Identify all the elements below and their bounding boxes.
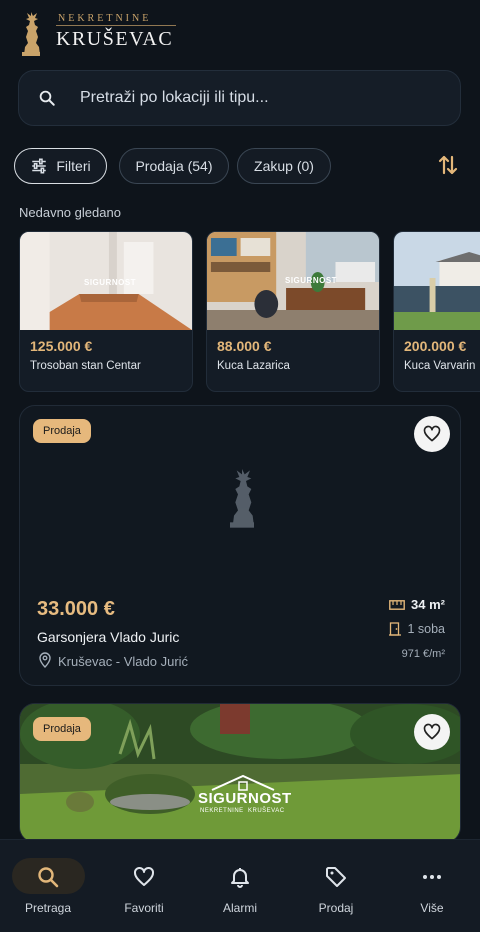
recent-card[interactable]: SIGURNOST 125.000 € Trosoban stan Centar bbox=[19, 231, 193, 392]
photo-watermark-small-right: KRUŠEVAC bbox=[248, 808, 285, 814]
listing-rooms: 1 soba bbox=[389, 622, 445, 636]
rent-filter-label: Zakup (0) bbox=[254, 158, 314, 174]
sort-icon[interactable] bbox=[436, 153, 460, 177]
listing-badge: Prodaja bbox=[33, 717, 91, 741]
nav-item-more[interactable]: Više bbox=[384, 840, 480, 932]
recent-card[interactable]: SIGURNOST 88.000 € Kuca Lazarica bbox=[206, 231, 380, 392]
location-pin-icon bbox=[39, 652, 51, 668]
logo-title: KRUŠEVAC bbox=[56, 28, 174, 50]
placeholder-statue-icon bbox=[230, 469, 254, 528]
sale-filter-chip[interactable]: Prodaja (54) bbox=[119, 148, 229, 184]
nav-item-search[interactable]: Pretraga bbox=[0, 840, 96, 932]
photo-watermark-small-left: NEKRETNINE bbox=[200, 808, 244, 814]
nav-item-sell[interactable]: Prodaj bbox=[288, 840, 384, 932]
heart-icon bbox=[423, 425, 441, 442]
nav-label: Pretraga bbox=[24, 901, 72, 915]
recent-section-title: Nedavno gledano bbox=[19, 205, 121, 220]
filters-label: Filteri bbox=[56, 158, 91, 174]
listing-card[interactable]: Prodaja 33.000 € Garsonjera Vlado Juric … bbox=[19, 405, 461, 686]
recent-card[interactable]: 200.000 € Kuca Varvarin bbox=[393, 231, 480, 392]
listing-location: Kruševac - Vlado Jurić bbox=[58, 654, 189, 669]
more-icon bbox=[423, 875, 441, 879]
ruler-icon bbox=[389, 599, 405, 610]
recent-price: 200.000 € bbox=[404, 338, 467, 354]
tag-icon bbox=[326, 867, 346, 887]
recent-carousel[interactable]: SIGURNOST 125.000 € Trosoban stan Centar… bbox=[19, 231, 480, 393]
nav-item-favorites[interactable]: Favoriti bbox=[96, 840, 192, 932]
nav-label: Favoriti bbox=[124, 901, 164, 915]
filters-button[interactable]: Filteri bbox=[14, 148, 107, 184]
nav-label: Više bbox=[420, 901, 444, 915]
favorite-button[interactable] bbox=[414, 416, 450, 452]
favorite-button[interactable] bbox=[414, 714, 450, 750]
logo-subtitle: NEKRETNINE bbox=[58, 13, 152, 24]
logo-divider bbox=[56, 25, 176, 26]
sale-filter-label: Prodaja (54) bbox=[135, 158, 213, 174]
listing-rooms-value: 1 soba bbox=[407, 622, 445, 636]
nav-item-alarms[interactable]: Alarmi bbox=[192, 840, 288, 932]
bell-icon bbox=[231, 868, 249, 888]
property-photo bbox=[394, 232, 480, 330]
bottom-navigation: Pretraga Favoriti Alarmi Prodaj Više bbox=[0, 839, 480, 932]
listing-title: Garsonjera Vlado Juric bbox=[37, 629, 180, 645]
heart-icon bbox=[423, 723, 441, 740]
heart-icon bbox=[134, 866, 154, 886]
recent-title: Kuca Varvarin bbox=[404, 360, 476, 372]
door-icon bbox=[389, 622, 402, 636]
listing-badge: Prodaja bbox=[33, 419, 91, 443]
nav-label: Prodaj bbox=[318, 901, 354, 915]
search-icon bbox=[38, 867, 59, 888]
app-header: NEKRETNINE KRUŠEVAC bbox=[0, 0, 480, 64]
sliders-icon bbox=[32, 158, 47, 174]
recent-price: 88.000 € bbox=[217, 338, 272, 354]
listing-price-per-m2: 971 €/m² bbox=[401, 648, 445, 660]
listing-area-value: 34 m² bbox=[411, 597, 445, 612]
listing-card[interactable]: SIGURNOST NEKRETNINE KRUŠEVAC Prodaja bbox=[19, 703, 461, 843]
photo-watermark: SIGURNOST bbox=[198, 790, 292, 807]
listing-price: 33.000 € bbox=[37, 598, 115, 620]
search-input[interactable] bbox=[80, 86, 440, 110]
photo-watermark: SIGURNOST bbox=[84, 278, 137, 287]
recent-price: 125.000 € bbox=[30, 338, 93, 354]
nav-label: Alarmi bbox=[222, 901, 257, 915]
recent-title: Kuca Lazarica bbox=[217, 360, 290, 372]
recent-title: Trosoban stan Centar bbox=[30, 360, 141, 372]
logo-statue-icon[interactable] bbox=[16, 8, 46, 58]
photo-watermark: SIGURNOST bbox=[285, 276, 338, 285]
search-icon bbox=[39, 90, 55, 106]
listing-area: 34 m² bbox=[389, 597, 445, 612]
rent-filter-chip[interactable]: Zakup (0) bbox=[237, 148, 331, 184]
